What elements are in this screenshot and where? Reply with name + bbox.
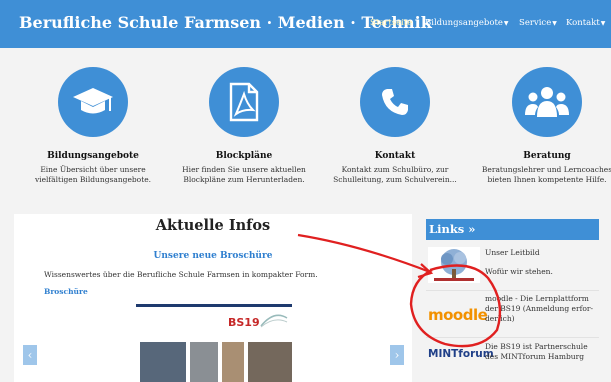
- feature-bildungsangebote[interactable]: Bildungsangebote Eine Übersicht über uns…: [18, 67, 168, 185]
- link-description: Wofür wir stehen.: [485, 267, 553, 276]
- graduation-cap-icon[interactable]: [58, 67, 128, 137]
- people-group-icon[interactable]: [512, 67, 582, 137]
- feature-title[interactable]: Blockpläne: [169, 151, 319, 161]
- feature-beratung[interactable]: Beratung Beratungslehrer und Lerncoaches…: [472, 67, 611, 185]
- brochure-photo: [222, 342, 244, 382]
- feature-description: Beratungslehrer und Lerncoaches bieten Ih…: [481, 165, 611, 184]
- divider: [136, 304, 292, 307]
- link-moodle[interactable]: moodle moodle - Die Lernplattform der BS…: [426, 294, 599, 334]
- feature-title[interactable]: Bildungsangebote: [18, 151, 168, 161]
- feature-description: Eine Übersicht über unsere vielfältigen B…: [34, 165, 152, 184]
- brochure-image[interactable]: BS19: [136, 304, 292, 382]
- mintforum-logo: MINTforum: [428, 348, 494, 360]
- divider: [426, 337, 599, 338]
- feature-kontakt[interactable]: Kontakt Kontakt zum Schulbüro, zur Schull…: [320, 67, 470, 185]
- top-navigation-bar: Berufliche Schule Farmsen · Medien · Tec…: [0, 0, 611, 48]
- nav-item-service[interactable]: Service▼: [519, 18, 557, 28]
- chevron-down-icon: ▼: [600, 20, 606, 27]
- chevron-down-icon: ▼: [552, 20, 557, 27]
- brochure-link[interactable]: Broschüre: [44, 287, 88, 296]
- bs19-swoosh-icon: [260, 314, 288, 328]
- feature-title[interactable]: Kontakt: [320, 151, 470, 161]
- link-description: Die BS19 ist Partnerschule des MINTforum…: [485, 342, 588, 361]
- feature-blockplaene[interactable]: Blockpläne Hier finden Sie unsere aktuel…: [169, 67, 319, 185]
- nav-item-kontakt[interactable]: Kontakt▼: [566, 18, 605, 28]
- links-panel: Links » Unser Leitbild Wofür wir stehen.…: [426, 219, 599, 382]
- link-title[interactable]: Unser Leitbild: [485, 248, 600, 258]
- brochure-photo: [190, 342, 218, 382]
- brochure-photo: [140, 342, 186, 382]
- divider: [426, 290, 599, 291]
- slider-prev-button[interactable]: ‹: [23, 345, 37, 365]
- link-mintforum[interactable]: MINTforum Die BS19 ist Partnerschule des…: [426, 340, 599, 370]
- feature-description: Kontakt zum Schulbüro, zur Schulleitung, …: [333, 165, 457, 184]
- nav-item-bildungsangebote[interactable]: Bildungsangebote▼: [425, 18, 509, 28]
- feature-description: Hier finden Sie unsere aktuellen Blockplä…: [182, 165, 306, 184]
- chevron-down-icon: ▼: [503, 20, 509, 27]
- link-description: moodle - Die Lernplattform der BS19 (Anm…: [485, 294, 593, 323]
- slider-next-button[interactable]: ›: [390, 345, 404, 365]
- link-leitbild[interactable]: Unser Leitbild Wofür wir stehen.: [426, 245, 599, 287]
- links-header: Links »: [426, 219, 599, 240]
- pdf-document-icon[interactable]: [209, 67, 279, 137]
- news-item-title[interactable]: Unsere neue Broschüre: [14, 251, 412, 261]
- nav-item-startseite[interactable]: Startseite: [370, 18, 412, 28]
- news-item-text: Wissenswertes über die Berufliche Schule…: [44, 270, 318, 279]
- feature-title[interactable]: Beratung: [472, 151, 611, 161]
- moodle-logo: moodle: [428, 306, 488, 324]
- phone-icon[interactable]: [360, 67, 430, 137]
- brochure-photo: [248, 342, 292, 382]
- leitbild-tree-icon: [428, 247, 480, 283]
- bs19-logo: BS19: [228, 316, 260, 329]
- news-title: Aktuelle Infos: [155, 217, 271, 234]
- news-panel: Aktuelle Infos Unsere neue Broschüre Wis…: [14, 214, 412, 382]
